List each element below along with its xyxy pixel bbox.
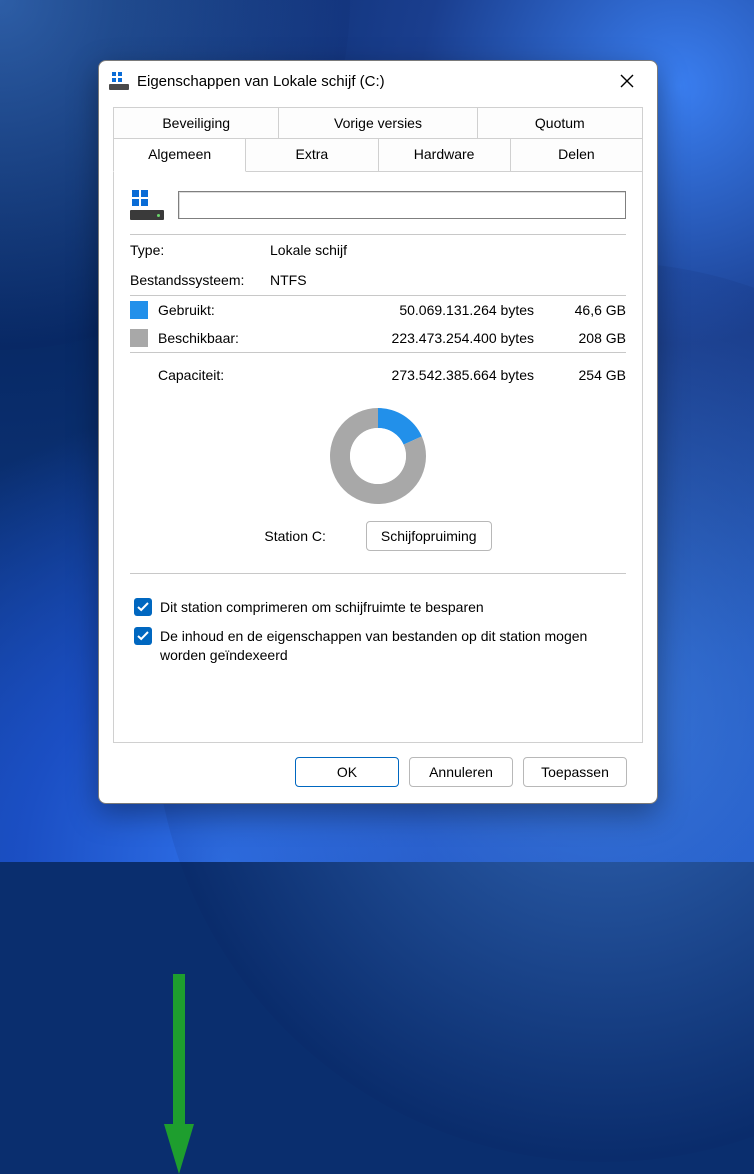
index-label: De inhoud en de eigenschappen van bestan…: [160, 627, 622, 665]
drive-name-input[interactable]: [178, 191, 626, 219]
free-gb: 208 GB: [556, 330, 626, 346]
tab-hardware[interactable]: Hardware: [379, 138, 511, 172]
tab-vorige-versies[interactable]: Vorige versies: [279, 107, 477, 138]
tab-panel-algemeen: Type: Lokale schijf Bestandssysteem: NTF…: [113, 171, 643, 743]
ok-button[interactable]: OK: [295, 757, 399, 787]
close-icon: [620, 74, 634, 88]
used-swatch-icon: [130, 301, 148, 319]
type-value: Lokale schijf: [270, 242, 347, 258]
station-label: Station C:: [264, 528, 325, 544]
usage-donut-chart: [323, 401, 433, 511]
dialog-button-row: OK Annuleren Toepassen: [113, 743, 643, 803]
tab-algemeen[interactable]: Algemeen: [113, 138, 246, 172]
used-label: Gebruikt:: [158, 302, 268, 318]
used-bytes: 50.069.131.264 bytes: [268, 302, 556, 318]
filesystem-value: NTFS: [270, 272, 307, 288]
drive-icon: [109, 72, 129, 90]
tab-row-lower: Algemeen Extra Hardware Delen: [113, 138, 643, 172]
cancel-button[interactable]: Annuleren: [409, 757, 513, 787]
window-title: Eigenschappen van Lokale schijf (C:): [137, 73, 605, 90]
properties-dialog: Eigenschappen van Lokale schijf (C:) Bev…: [98, 60, 658, 804]
disk-cleanup-button[interactable]: Schijfopruiming: [366, 521, 492, 551]
free-label: Beschikbaar:: [158, 330, 268, 346]
filesystem-label: Bestandssysteem:: [130, 272, 270, 288]
capacity-label: Capaciteit:: [130, 367, 270, 383]
drive-large-icon: [130, 190, 164, 220]
compress-label: Dit station comprimeren om schijfruimte …: [160, 598, 484, 617]
annotation-arrow-icon: [164, 974, 194, 1174]
free-swatch-icon: [130, 329, 148, 347]
close-button[interactable]: [605, 65, 649, 97]
tab-quotum[interactable]: Quotum: [478, 107, 643, 138]
tab-extra[interactable]: Extra: [246, 138, 378, 172]
used-gb: 46,6 GB: [556, 302, 626, 318]
free-space-row: Beschikbaar: 223.473.254.400 bytes 208 G…: [130, 324, 626, 352]
used-space-row: Gebruikt: 50.069.131.264 bytes 46,6 GB: [130, 296, 626, 324]
capacity-row: Capaciteit: 273.542.385.664 bytes 254 GB: [130, 353, 626, 395]
tab-beveiliging[interactable]: Beveiliging: [113, 107, 279, 138]
capacity-bytes: 273.542.385.664 bytes: [270, 367, 556, 383]
index-checkbox-row[interactable]: De inhoud en de eigenschappen van bestan…: [134, 627, 622, 665]
tab-delen[interactable]: Delen: [511, 138, 643, 172]
tab-row-upper: Beveiliging Vorige versies Quotum: [113, 107, 643, 138]
type-label: Type:: [130, 242, 270, 258]
checkbox-checked-icon: [134, 627, 152, 645]
checkbox-checked-icon: [134, 598, 152, 616]
capacity-gb: 254 GB: [556, 367, 626, 383]
apply-button[interactable]: Toepassen: [523, 757, 627, 787]
titlebar: Eigenschappen van Lokale schijf (C:): [99, 61, 657, 101]
free-bytes: 223.473.254.400 bytes: [268, 330, 556, 346]
compress-checkbox-row[interactable]: Dit station comprimeren om schijfruimte …: [134, 598, 622, 617]
